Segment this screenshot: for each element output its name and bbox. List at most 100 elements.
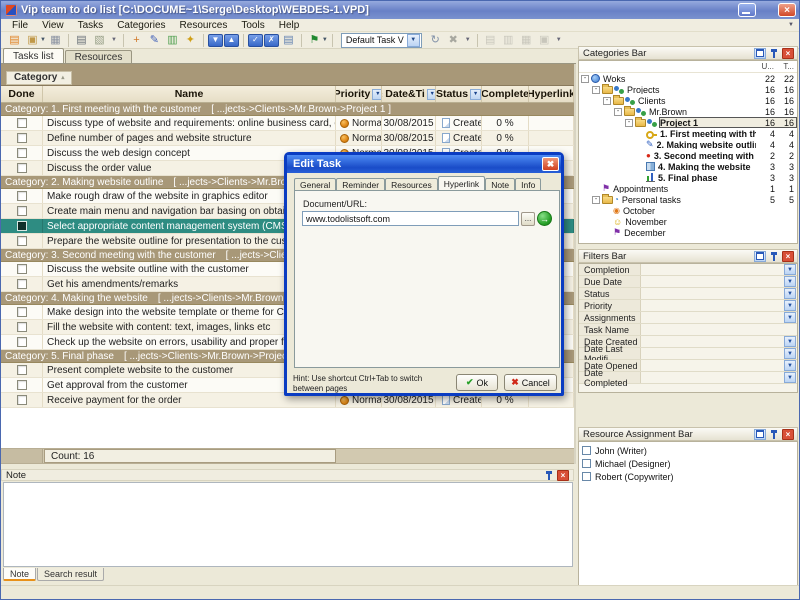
- delete-view-icon[interactable]: ✖: [445, 33, 462, 48]
- pin-icon[interactable]: [768, 251, 780, 262]
- report-icon-1[interactable]: ▤: [482, 33, 499, 48]
- filter-dropdown-icon[interactable]: ▼: [784, 300, 796, 311]
- filter-dropdown-icon[interactable]: ▼: [784, 288, 796, 299]
- done-checkbox[interactable]: [17, 118, 27, 128]
- tree-item[interactable]: -Project 11616: [579, 117, 797, 128]
- pin-icon[interactable]: [543, 470, 555, 481]
- done-checkbox[interactable]: [17, 191, 27, 201]
- filter-value[interactable]: [641, 276, 784, 287]
- expander-icon[interactable]: -: [603, 97, 611, 105]
- menu-file[interactable]: File: [5, 20, 35, 31]
- toolbar-overflow-icon[interactable]: ▼: [554, 37, 564, 43]
- done-checkbox[interactable]: [17, 236, 27, 246]
- resource-checkbox[interactable]: [582, 459, 591, 468]
- move-down-icon[interactable]: ▼: [208, 34, 223, 47]
- dialog-close-button[interactable]: ✖: [542, 157, 559, 171]
- tree-item[interactable]: -Projects1616: [579, 84, 797, 95]
- print-icon[interactable]: ▤: [73, 33, 90, 48]
- group-by-category-button[interactable]: Category ▴: [6, 71, 72, 85]
- expander-icon[interactable]: -: [592, 86, 600, 94]
- pin-icon[interactable]: [768, 429, 780, 440]
- done-checkbox[interactable]: [17, 264, 27, 274]
- tree-item[interactable]: 5. Final phase33: [579, 172, 797, 183]
- resource-item[interactable]: John (Writer): [579, 444, 797, 457]
- resource-checkbox[interactable]: [582, 446, 591, 455]
- filter-value[interactable]: [641, 264, 784, 275]
- filter-dropdown-icon[interactable]: ▼: [372, 89, 382, 100]
- dialog-tab-note[interactable]: Note: [485, 178, 515, 190]
- toolbar-overflow-icon[interactable]: ▼: [463, 37, 473, 43]
- tree-item[interactable]: ◉October: [579, 205, 797, 216]
- close-icon[interactable]: ×: [782, 251, 794, 262]
- task-view-combo[interactable]: Default Task V▼: [341, 33, 422, 48]
- restore-panel-icon[interactable]: [754, 251, 766, 262]
- filter-value[interactable]: [641, 372, 784, 383]
- tree-item[interactable]: -Clients1616: [579, 95, 797, 106]
- done-checkbox[interactable]: [17, 380, 27, 390]
- expander-icon[interactable]: -: [614, 108, 622, 116]
- chevron-down-icon[interactable]: ▼: [407, 34, 420, 47]
- resource-item[interactable]: Robert (Copywriter): [579, 470, 797, 483]
- filter-value[interactable]: [641, 360, 784, 371]
- tree-item[interactable]: ⚑December: [579, 227, 797, 238]
- print-preview-icon[interactable]: ▧: [91, 33, 108, 48]
- filter-dropdown-icon[interactable]: ▼: [784, 336, 796, 347]
- search-result-tab[interactable]: Search result: [37, 568, 104, 581]
- report-icon-4[interactable]: ▣: [536, 33, 553, 48]
- done-checkbox[interactable]: [17, 322, 27, 332]
- filter-dropdown-icon[interactable]: ▼: [784, 264, 796, 275]
- done-checkbox[interactable]: [17, 133, 27, 143]
- column-header-dateti[interactable]: ↕Date&Ti▼: [382, 86, 436, 102]
- menu-tools[interactable]: Tools: [234, 20, 271, 31]
- note-text-area[interactable]: [3, 482, 573, 567]
- edit-task-icon[interactable]: ✎: [146, 33, 163, 48]
- cancel-button[interactable]: ✖ Cancel: [504, 374, 557, 391]
- filter-value[interactable]: [641, 324, 797, 335]
- key-icon[interactable]: ✦: [182, 33, 199, 48]
- browse-button[interactable]: ...: [521, 212, 535, 226]
- tab-tasks-list[interactable]: Tasks list: [3, 48, 64, 63]
- done-checkbox[interactable]: [17, 221, 27, 231]
- duplicate-task-icon[interactable]: ▥: [164, 33, 181, 48]
- dialog-tab-resources[interactable]: Resources: [385, 178, 438, 190]
- filter-dropdown-icon[interactable]: ▼: [784, 276, 796, 287]
- task-row[interactable]: Define number of pages and website struc…: [1, 131, 574, 146]
- dialog-tab-info[interactable]: Info: [515, 178, 541, 190]
- task-row[interactable]: Discuss type of website and requirements…: [1, 116, 574, 131]
- toolbar-overflow-icon[interactable]: ▼: [109, 37, 119, 43]
- move-up-icon[interactable]: ▲: [224, 34, 239, 47]
- column-header-done[interactable]: Done: [1, 86, 43, 102]
- unmark-complete-icon[interactable]: ✗: [264, 34, 279, 47]
- filter-dropdown-icon[interactable]: ▼: [784, 348, 796, 359]
- filter-dropdown-icon[interactable]: ▼: [470, 89, 481, 100]
- category-row[interactable]: Category: 1. First meeting with the cust…: [1, 103, 574, 116]
- chevron-down-icon[interactable]: ▼: [40, 37, 46, 43]
- note-tab[interactable]: Note: [3, 568, 36, 581]
- done-checkbox[interactable]: [17, 307, 27, 317]
- pin-icon[interactable]: [768, 48, 780, 59]
- filter-value[interactable]: [641, 312, 784, 323]
- column-header-status[interactable]: Status▼: [436, 86, 482, 102]
- document-url-input[interactable]: [302, 211, 519, 226]
- dialog-tab-general[interactable]: General: [294, 178, 336, 190]
- filter-dropdown-icon[interactable]: ▼: [784, 312, 796, 323]
- tree-item[interactable]: ✎2. Making website outline44: [579, 139, 797, 150]
- menu-categories[interactable]: Categories: [110, 20, 172, 31]
- filter-value[interactable]: [641, 336, 784, 347]
- menu-help[interactable]: Help: [272, 20, 307, 31]
- open-url-button[interactable]: →: [537, 211, 552, 226]
- report-icon-3[interactable]: ▦: [518, 33, 535, 48]
- expander-icon[interactable]: -: [592, 196, 600, 204]
- minimize-button[interactable]: [738, 3, 756, 17]
- close-icon[interactable]: ×: [782, 429, 794, 440]
- tree-item[interactable]: 1. First meeting with the cust44: [579, 128, 797, 139]
- apply-view-icon[interactable]: ↻: [427, 33, 444, 48]
- done-checkbox[interactable]: [17, 395, 27, 405]
- new-task-list-icon[interactable]: ▤: [6, 33, 23, 48]
- resource-item[interactable]: Michael (Designer): [579, 457, 797, 470]
- tree-item[interactable]: -Woks2222: [579, 73, 797, 84]
- done-checkbox[interactable]: [17, 148, 27, 158]
- chevron-down-icon[interactable]: ▼: [322, 37, 328, 43]
- done-checkbox[interactable]: [17, 163, 27, 173]
- column-header-priority[interactable]: Priority▼: [336, 86, 382, 102]
